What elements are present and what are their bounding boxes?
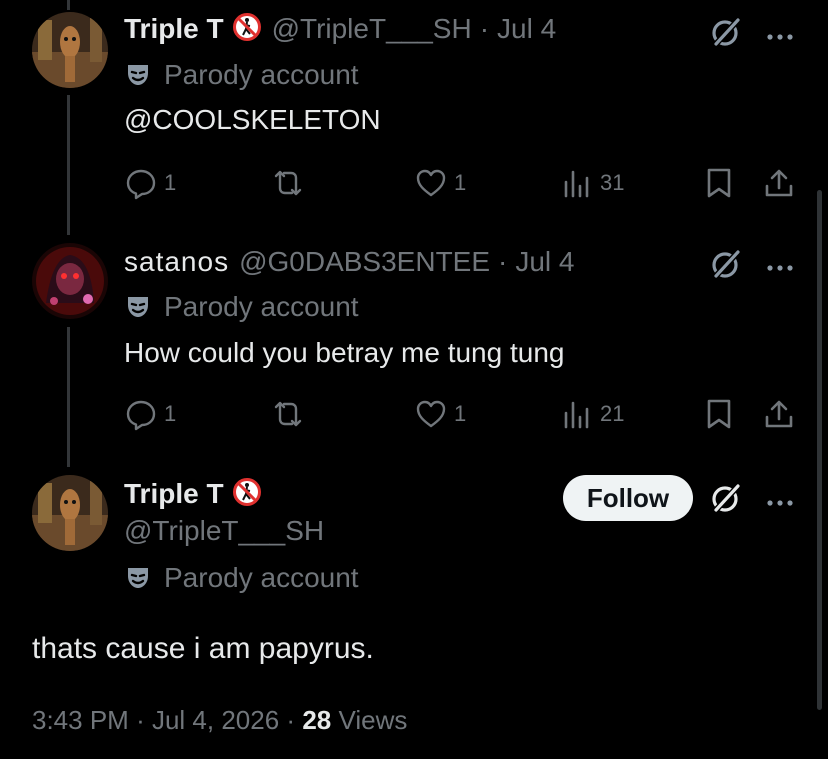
grok-icon[interactable] [708,14,744,55]
user-name[interactable]: Triple T [124,13,224,45]
more-icon[interactable] [766,28,794,46]
grok-icon[interactable] [708,480,744,521]
share-button[interactable] [762,397,796,431]
share-icon [765,400,793,428]
thread-line [67,0,70,10]
share-button[interactable] [762,166,796,200]
parody-label: Parody account [124,290,359,324]
tweet-meta: 3:43 PM · Jul 4, 2026 · 28 Views [32,705,407,736]
view-count: 21 [600,401,625,426]
parody-label-text: Parody account [164,291,359,322]
heart-icon [416,169,446,197]
tweet-text: @COOLSKELETON [124,104,381,135]
like-count: 1 [454,170,467,195]
views-count: 28 [302,705,332,735]
bookmark-icon [707,168,731,198]
mask-icon [128,65,148,85]
avatar[interactable] [32,12,108,88]
parody-label: Parody account [124,561,359,595]
retweet-button[interactable] [270,397,306,431]
bookmark-button[interactable] [704,166,734,200]
user-handle[interactable]: @TripleT___SH [124,515,324,547]
tweet-time[interactable]: 3:43 PM [32,705,129,735]
thread-line [67,327,70,467]
bookmark-button[interactable] [704,397,734,431]
user-handle[interactable]: @G0DABS3ENTEE [239,246,490,278]
views-icon [564,170,589,198]
more-icon[interactable] [766,259,794,277]
user-handle[interactable]: @TripleT___SH [272,13,472,45]
parody-label: Parody account [124,58,359,92]
follow-button[interactable]: Follow [563,475,693,521]
views-button[interactable]: 21 [560,397,624,431]
like-count: 1 [454,401,467,426]
reply-count: 1 [164,170,177,195]
tweet-text: How could you betray me tung tung [124,337,565,368]
more-icon[interactable] [766,494,794,512]
tweet-date[interactable]: Jul 4 [515,246,574,278]
views-icon [564,401,589,429]
avatar[interactable] [32,475,108,551]
tweet-date[interactable]: Jul 4, 2026 [152,705,279,735]
like-button[interactable]: 1 [414,397,466,431]
mask-icon [128,297,148,317]
retweet-button[interactable] [270,166,306,200]
separator: · [136,705,145,735]
heart-icon [416,400,446,428]
separator: · [479,13,490,44]
share-icon [765,169,793,197]
tweet-text: thats cause i am papyrus. [32,632,374,665]
separator: · [498,246,508,277]
tweet-date[interactable]: Jul 4 [497,13,556,45]
views-label: Views [338,705,408,735]
user-name[interactable]: satanos [124,246,229,278]
user-name[interactable]: Triple T [124,478,224,510]
reply-icon [126,169,156,200]
grok-icon[interactable] [708,246,744,287]
retweet-icon [274,170,302,196]
separator: · [286,705,296,735]
thread-line [67,95,70,235]
no-pedestrians-icon [232,12,262,47]
reply-count: 1 [164,401,177,426]
reply-button[interactable]: 1 [124,166,176,200]
retweet-icon [274,401,302,427]
avatar[interactable] [32,243,108,319]
scrollbar[interactable] [817,190,822,710]
view-count: 31 [600,170,625,195]
reply-icon [126,400,156,431]
bookmark-icon [707,399,731,429]
no-pedestrians-icon [232,477,262,512]
mask-icon [128,568,148,588]
parody-label-text: Parody account [164,59,359,90]
views-button[interactable]: 31 [560,166,624,200]
reply-button[interactable]: 1 [124,397,176,431]
like-button[interactable]: 1 [414,166,466,200]
parody-label-text: Parody account [164,562,359,593]
